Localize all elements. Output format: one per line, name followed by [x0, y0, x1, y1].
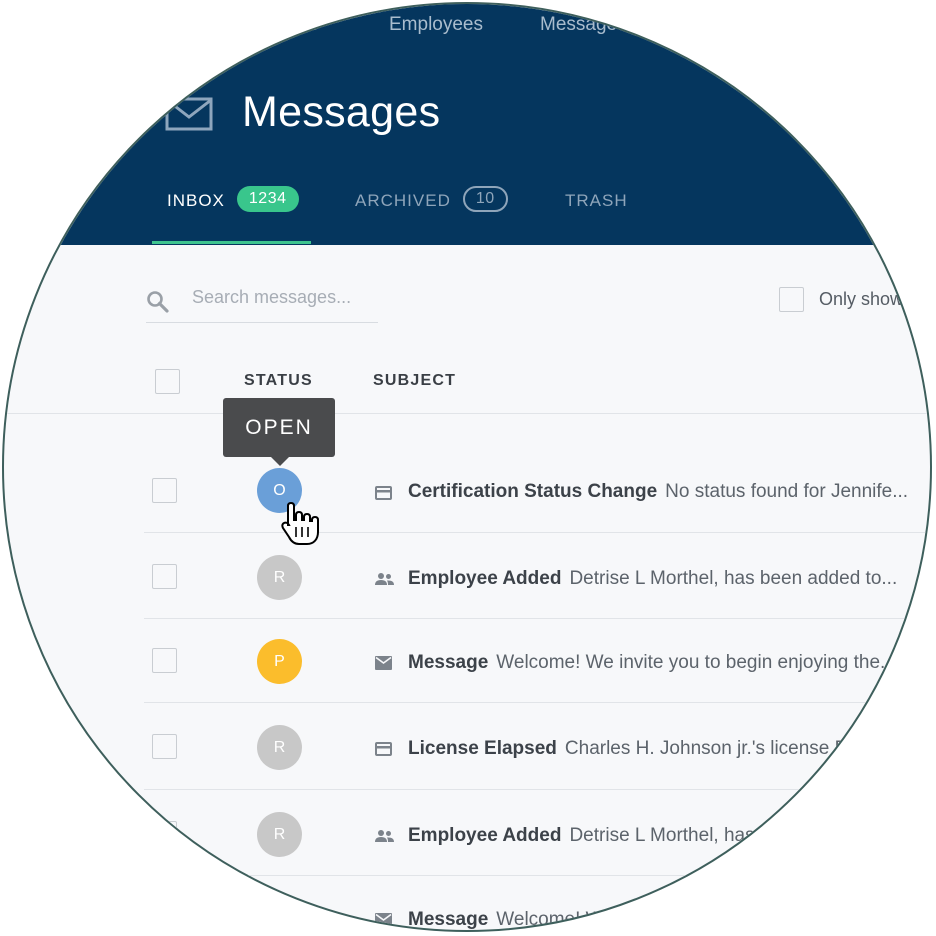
status-avatar[interactable]: R — [257, 725, 302, 770]
message-preview: Charles H. Johnson jr.'s license PL10 — [564, 738, 880, 759]
row-checkbox[interactable] — [152, 648, 177, 673]
table-row[interactable]: R Employee Added Detrise L Morthel, has b… — [4, 533, 930, 619]
status-letter: R — [273, 825, 286, 843]
row-checkbox[interactable] — [152, 905, 177, 930]
status-avatar[interactable]: P — [257, 639, 302, 684]
table-row[interactable]: P Message Welcome! We invite you to begin… — [4, 619, 930, 703]
message-preview: Welcome! We — [496, 909, 614, 930]
message-preview: Detrise L Morthel, has been added to... — [569, 568, 898, 589]
table-row[interactable]: P Message Welcome! We — [4, 876, 930, 930]
message-subject: Employee Added — [408, 825, 562, 846]
table-row[interactable]: O Certification Status Change No status f… — [4, 445, 930, 533]
status-avatar[interactable]: R — [257, 812, 302, 857]
message-subject: Message — [408, 909, 489, 930]
app-header: Clients Employees Messages Messages INBO… — [4, 4, 930, 245]
message-preview: Welcome! We invite you to begin enjoying… — [496, 652, 896, 673]
message-subject: Certification Status Change — [408, 481, 658, 502]
status-letter: P — [274, 909, 285, 927]
envelope-icon — [375, 913, 392, 927]
nav-employees[interactable]: Employees — [389, 14, 483, 36]
search-box — [146, 284, 380, 323]
card-icon — [375, 486, 392, 500]
message-text: Message Welcome! We invite you to begin e… — [408, 652, 896, 674]
row-checkbox[interactable] — [152, 478, 177, 503]
table-row[interactable]: R License Elapsed Charles H. Johnson jr.'… — [4, 703, 930, 790]
status-avatar[interactable]: R — [257, 555, 302, 600]
row-checkbox[interactable] — [152, 821, 177, 846]
archived-count-badge: 10 — [462, 186, 508, 212]
card-icon — [375, 742, 392, 756]
tab-archived[interactable]: ARCHIVED 10 — [355, 186, 508, 242]
table-row[interactable]: R Employee Added Detrise L Morthel, has b… — [4, 790, 930, 876]
message-preview: No status found for Jennife... — [665, 481, 909, 502]
tab-trash[interactable]: TRASH — [565, 186, 628, 242]
people-icon — [375, 573, 394, 585]
status-tooltip: OPEN — [223, 398, 335, 466]
row-checkbox[interactable] — [152, 734, 177, 759]
nav-messages[interactable]: Messages — [540, 14, 627, 36]
column-header-status[interactable]: STATUS — [244, 372, 313, 390]
status-avatar[interactable]: P — [257, 896, 302, 930]
status-letter: P — [274, 652, 285, 670]
nav-clients[interactable]: Clients — [260, 14, 318, 36]
status-letter: R — [273, 738, 286, 756]
message-text: Message Welcome! We — [408, 909, 614, 930]
search-icon — [147, 291, 169, 313]
only-show-label: Only show — [819, 289, 904, 309]
tab-trash-label: TRASH — [565, 191, 628, 210]
viewport-circle: Clients Employees Messages Messages INBO… — [2, 2, 932, 932]
tab-inbox-label: INBOX — [167, 191, 225, 210]
row-checkbox[interactable] — [152, 564, 177, 589]
status-letter: O — [273, 481, 286, 499]
people-icon — [375, 830, 394, 842]
envelope-icon — [165, 97, 213, 131]
message-preview: Detrise L Morthel, has be — [569, 825, 782, 846]
message-subject: Employee Added — [408, 568, 562, 589]
message-text: Employee Added Detrise L Morthel, has bee… — [408, 568, 897, 590]
tab-inbox[interactable]: INBOX 1234 — [152, 186, 310, 244]
column-header-subject[interactable]: SUBJECT — [373, 372, 456, 390]
header-divider — [4, 413, 930, 414]
inbox-count-badge: 1234 — [236, 186, 299, 212]
message-text: License Elapsed Charles H. Johnson jr.'s … — [408, 738, 879, 760]
search-input[interactable] — [190, 286, 380, 309]
only-show-checkbox[interactable] — [779, 287, 804, 312]
envelope-icon — [375, 656, 392, 670]
hand-cursor-icon — [281, 501, 319, 545]
page-title: Messages — [242, 88, 441, 136]
select-all-checkbox[interactable] — [155, 369, 180, 394]
message-text: Employee Added Detrise L Morthel, has be — [408, 825, 781, 847]
message-subject: Message — [408, 652, 489, 673]
message-subject: License Elapsed — [408, 738, 557, 759]
message-text: Certification Status Change No status fou… — [408, 481, 908, 503]
tab-archived-label: ARCHIVED — [355, 191, 451, 210]
status-letter: R — [273, 568, 286, 586]
